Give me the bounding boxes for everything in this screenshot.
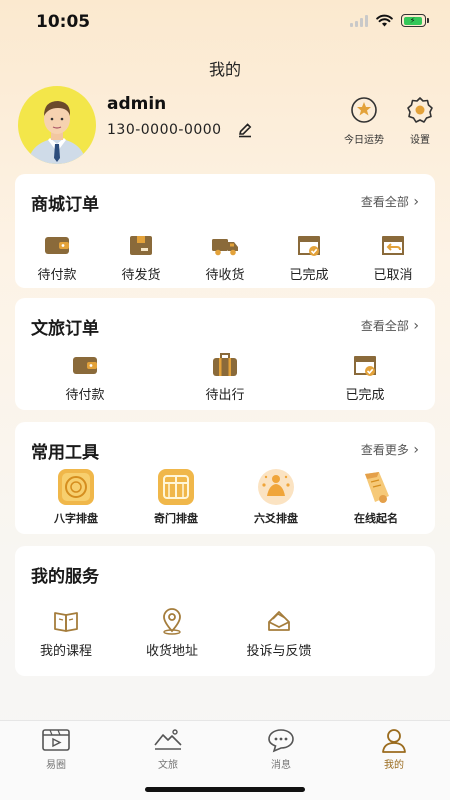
wallet-icon [73,357,97,374]
mall-cancelled[interactable]: 已取消 [363,230,423,283]
qimen-chart-icon [158,469,194,505]
nav-label-messages: 消息 [271,760,291,771]
mall-pending-receipt-label: 待收货 [205,268,245,283]
tool-liuyao[interactable]: 六爻排盘 [241,468,311,526]
wallet-icon [45,237,69,254]
settings-label: 设置 [410,135,430,146]
nav-item-wenlv[interactable]: 文旅 [138,727,198,771]
feedback-icon [268,611,290,631]
liuyao-chart-icon [258,469,294,505]
user-icon [382,729,406,753]
tool-liuyao-label: 六爻排盘 [254,512,298,525]
avatar[interactable] [18,86,96,164]
mall-pending-payment-label: 待付款 [37,268,77,283]
battery-icon: ⚡ [401,14,429,27]
home-indicator [145,787,305,792]
package-icon [130,236,152,255]
truck-icon [212,239,238,256]
service-shipping-address-label: 收货地址 [145,644,198,659]
gear-icon [407,97,433,123]
avatar-illustration [28,101,86,164]
status-time: 10:05 [36,12,91,32]
travel-pending-payment[interactable]: 待付款 [55,350,115,403]
cellular-signal-icon [350,14,368,27]
suitcase-icon [213,353,237,376]
service-my-courses[interactable]: 我的课程 [31,606,101,659]
mall-orders-title: 商城订单 [31,195,99,215]
mall-completed-label: 已完成 [289,268,329,283]
services-card: 我的服务 我的课程 收货地址 投诉与反馈 [15,546,435,676]
mall-pending-receipt[interactable]: 待收货 [195,230,255,283]
tools-title: 常用工具 [31,443,99,463]
tool-qimen-label: 奇门排盘 [154,512,198,525]
travel-orders-title: 文旅订单 [31,319,99,339]
tool-naming-label: 在线起名 [354,512,398,525]
book-icon [54,612,78,632]
nav-item-messages[interactable]: 消息 [251,727,311,771]
travel-completed-label: 已完成 [345,388,385,403]
wifi-icon [376,14,393,27]
tool-bazi-label: 八字排盘 [54,512,98,525]
box-check-icon [298,236,320,256]
tool-qimen[interactable]: 奇门排盘 [141,468,211,526]
travel-orders-view-all[interactable]: 查看全部 [361,317,419,334]
chat-bubble-icon [268,729,294,753]
video-icon [42,729,70,751]
bazi-chart-icon [58,469,94,505]
mall-pending-shipment[interactable]: 待发货 [111,230,171,283]
username: admin [107,94,167,114]
mall-completed[interactable]: 已完成 [279,230,339,283]
service-feedback-label: 投诉与反馈 [246,644,312,659]
service-feedback[interactable]: 投诉与反馈 [239,606,319,659]
fortune-icon [351,97,377,123]
travel-pending-trip-label: 待出行 [205,388,245,403]
service-shipping-address[interactable]: 收货地址 [137,606,207,659]
nav-label-yiquan: 易圈 [46,760,66,771]
location-pin-icon [163,608,181,635]
tool-naming[interactable]: 在线起名 [341,468,411,526]
nav-label-mine: 我的 [384,760,404,771]
services-title: 我的服务 [31,567,99,587]
phone-number: 130-0000-0000 [107,122,222,138]
mall-orders-card: 商城订单 查看全部 待付款 待发货 待收货 [15,174,435,288]
tools-card: 常用工具 查看更多 八字排盘 奇门排盘 六爻排盘 [15,422,435,534]
status-icons: ⚡ [350,14,429,27]
fortune-button[interactable]: 今日运势 [336,96,392,146]
travel-orders-card: 文旅订单 查看全部 待付款 待出行 已完成 [15,298,435,410]
battery-fill: ⚡ [403,16,422,25]
travel-completed[interactable]: 已完成 [335,350,395,403]
mall-pending-payment[interactable]: 待付款 [27,230,87,283]
mall-cancelled-label: 已取消 [373,268,413,283]
nav-item-yiquan[interactable]: 易圈 [26,727,86,771]
return-box-icon [382,236,404,255]
settings-button[interactable]: 设置 [392,96,448,146]
mall-pending-shipment-label: 待发货 [121,268,161,283]
edit-pen-icon[interactable] [237,122,253,138]
travel-pending-payment-label: 待付款 [65,388,105,403]
travel-pending-trip[interactable]: 待出行 [195,350,255,403]
box-check-icon [354,356,376,376]
status-bar: 10:05 ⚡ [0,0,450,44]
scroll-icon [365,472,389,503]
nav-item-mine[interactable]: 我的 [364,727,424,771]
page-title: 我的 [208,60,241,79]
service-my-courses-label: 我的课程 [39,644,92,659]
tools-view-more[interactable]: 查看更多 [361,441,419,458]
fortune-label: 今日运势 [344,135,384,146]
nav-label-wenlv: 文旅 [158,760,178,771]
mall-orders-view-all[interactable]: 查看全部 [361,193,419,210]
tool-bazi[interactable]: 八字排盘 [41,468,111,526]
landscape-icon [154,729,182,750]
